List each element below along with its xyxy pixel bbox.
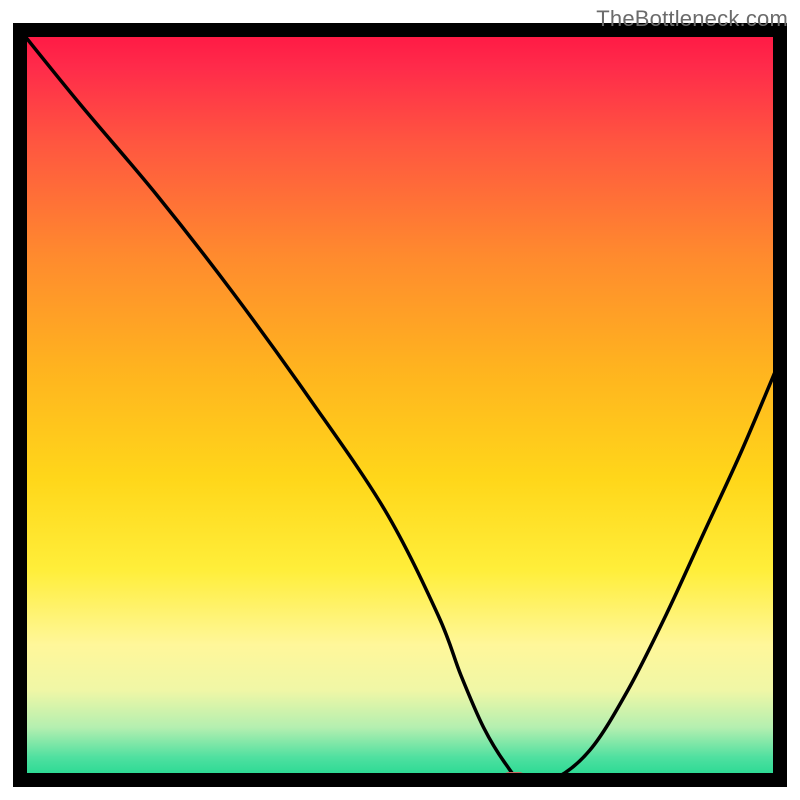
gradient-background: [20, 30, 780, 780]
watermark-text: TheBottleneck.com: [596, 6, 788, 32]
chart-svg: [0, 0, 800, 800]
bottleneck-chart: TheBottleneck.com: [0, 0, 800, 800]
